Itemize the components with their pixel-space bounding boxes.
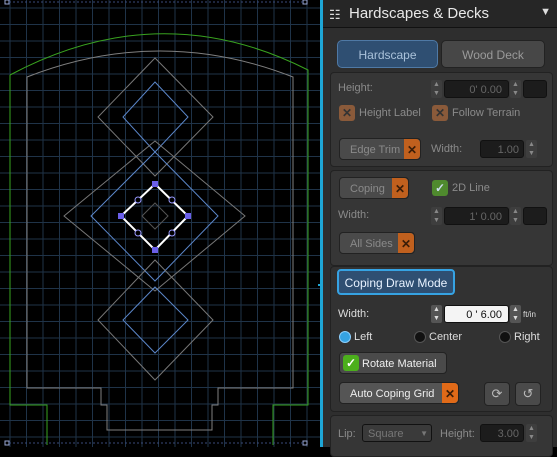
rotate-material-label: Rotate Material (362, 358, 437, 370)
middle-diamond-mid (90, 151, 219, 282)
handle-left[interactable] (118, 213, 124, 219)
refresh-icon[interactable]: ⟳ (484, 382, 510, 406)
height-unit-stepper[interactable]: ▲ ▼ (510, 80, 521, 98)
line-2d-label: 2D Line (452, 182, 490, 194)
width-label: Width: (338, 308, 370, 320)
lip-select[interactable]: Square ▼ (362, 424, 432, 442)
align-left-label: Left (354, 331, 373, 343)
unit-label: ft/in (523, 310, 536, 319)
tab-hardscape[interactable]: Hardscape (337, 40, 438, 68)
edge-trim-remove-icon[interactable]: ✕ (404, 139, 420, 159)
edge-width-stepper[interactable]: ▲ ▼ (526, 140, 537, 158)
line-2d-checkbox[interactable]: ✓ (432, 180, 448, 196)
follow-terrain-checkbox[interactable]: ✕ (432, 105, 448, 121)
lip-height-input[interactable]: 3.00 (480, 424, 524, 442)
unit-stepper[interactable]: ▲ ▼ (510, 305, 521, 323)
chevron-down-icon[interactable]: ▼ (540, 6, 551, 18)
rotate-material-button[interactable]: ✓ Rotate Material (339, 352, 447, 374)
all-sides-label: All Sides (350, 238, 393, 250)
handle-mid[interactable] (168, 229, 176, 237)
chevron-down-icon: ▼ (420, 429, 428, 438)
rotate-material-checkbox[interactable]: ✓ (343, 355, 359, 371)
bounds-corner[interactable] (302, 0, 308, 5)
coping-draw-mode-button[interactable]: Coping Draw Mode (337, 269, 455, 295)
tab-wood-deck[interactable]: Wood Deck (441, 40, 545, 68)
handle-bottom[interactable] (152, 247, 158, 253)
align-center-radio[interactable] (414, 331, 426, 343)
edge-width-input[interactable]: 1.00 (480, 140, 524, 158)
bounds-corner[interactable] (4, 440, 10, 446)
upper-diamond-outer (97, 57, 214, 177)
lip-height-stepper[interactable]: ▲ ▼ (526, 424, 537, 442)
canvas-drawing (0, 0, 320, 447)
all-sides-remove-icon[interactable]: ✕ (398, 233, 414, 253)
auto-coping-grid-button[interactable]: Auto Coping Grid ✕ (339, 382, 459, 404)
handle-top[interactable] (152, 181, 158, 187)
coping-button[interactable]: Coping ✕ (339, 177, 409, 199)
outer-shape (26, 50, 294, 431)
bounds-corner[interactable] (4, 0, 10, 5)
lip-select-value: Square (368, 428, 404, 440)
lower-diamond-outer (97, 259, 214, 381)
bounds-corner[interactable] (302, 440, 308, 446)
handle-right[interactable] (185, 213, 191, 219)
height-unit-field[interactable] (523, 80, 547, 98)
design-canvas[interactable] (0, 0, 320, 447)
edge-trim-button[interactable]: Edge Trim ✕ (339, 138, 421, 160)
selected-coping-shape[interactable] (119, 182, 190, 252)
lower-diamond-inner (122, 286, 189, 354)
coping-width-unit[interactable] (523, 207, 547, 225)
handle-mid[interactable] (134, 229, 142, 237)
auto-coping-grid-remove-icon[interactable]: ✕ (442, 383, 458, 403)
middle-diamond-core (141, 202, 169, 230)
hardscapes-panel: ☷ Hardscapes & Decks ▼ Hardscape Wood De… (323, 0, 557, 457)
undo-icon[interactable]: ↺ (515, 382, 541, 406)
height-input[interactable]: 0' 0.00 (444, 80, 509, 98)
auto-coping-grid-label: Auto Coping Grid (350, 388, 435, 400)
coping-width-label: Width: (338, 209, 370, 221)
height-stepper[interactable]: ▲ ▼ (431, 80, 442, 98)
coping-width-stepper[interactable]: ▲ ▼ (431, 207, 442, 225)
align-left-radio[interactable] (339, 331, 351, 343)
coping-label: Coping (350, 183, 385, 195)
handle-mid[interactable] (134, 196, 142, 204)
handle-mid[interactable] (168, 196, 176, 204)
height-label: Height: (338, 82, 373, 94)
lip-height-label: Height: (440, 428, 475, 440)
all-sides-button[interactable]: All Sides ✕ (339, 232, 415, 254)
fence-icon: ☷ (329, 7, 341, 22)
panel-title: Hardscapes & Decks (349, 5, 490, 22)
align-right-radio[interactable] (499, 331, 511, 343)
height-label-toggle: Height Label (359, 107, 421, 119)
width-stepper[interactable]: ▲ ▼ (431, 305, 442, 323)
coping-remove-icon[interactable]: ✕ (392, 178, 408, 198)
height-label-checkbox[interactable]: ✕ (339, 105, 355, 121)
align-center-label: Center (429, 331, 463, 343)
coping-width-input[interactable]: 1' 0.00 (444, 207, 509, 225)
follow-terrain-toggle: Follow Terrain (452, 107, 521, 119)
edge-trim-label: Edge Trim (350, 144, 401, 156)
panel-header[interactable]: ☷ Hardscapes & Decks ▼ (323, 0, 557, 28)
lip-label: Lip: (338, 428, 356, 440)
edge-width-label: Width: (431, 143, 463, 155)
align-right-label: Right (514, 331, 540, 343)
coping-width-unit-stepper[interactable]: ▲ ▼ (510, 207, 521, 225)
width-input[interactable]: 0 ' 6.00 (444, 305, 509, 323)
